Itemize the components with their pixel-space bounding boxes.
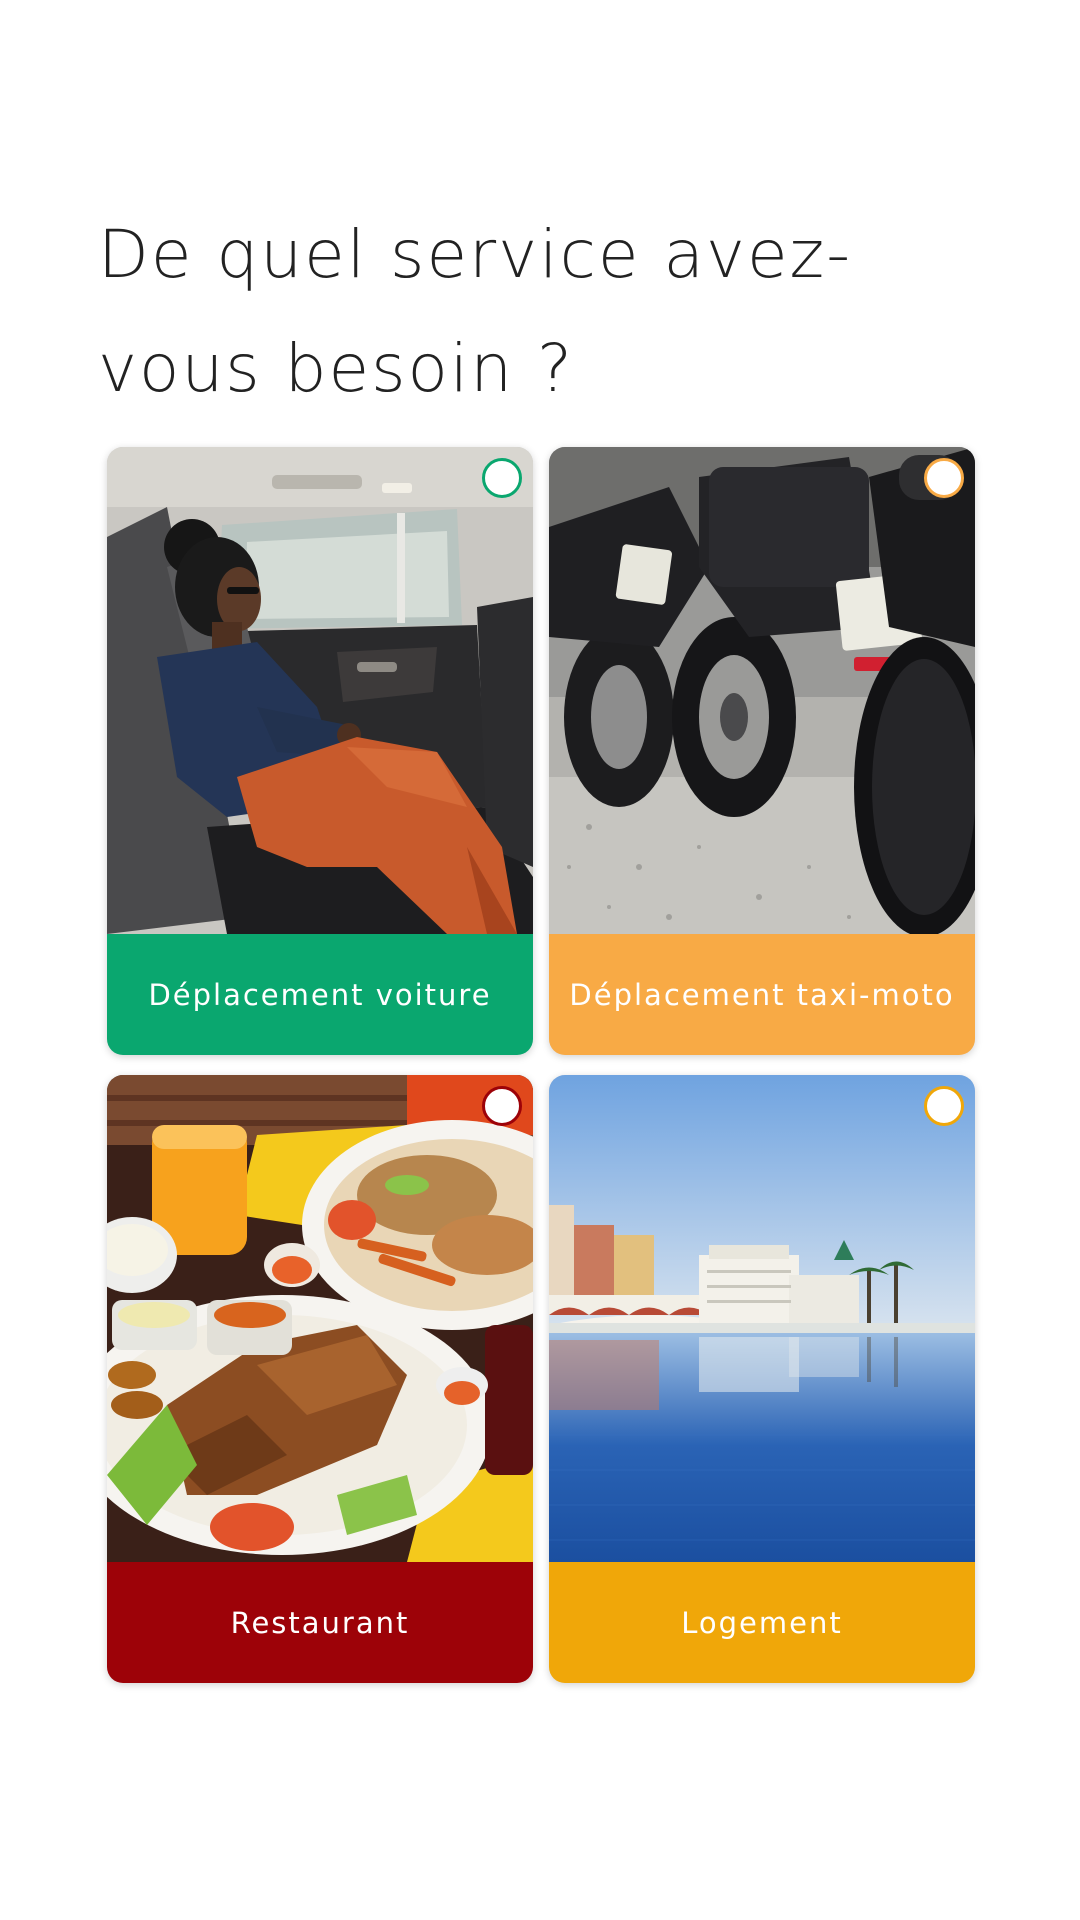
- service-grid: Déplacement voiture Déplacement taxi-mot…: [107, 447, 975, 1683]
- service-card-restaurant[interactable]: Restaurant: [107, 1075, 533, 1683]
- page-title: De quel service avez-vous besoin ?: [98, 216, 853, 407]
- service-card-moto[interactable]: Déplacement taxi-moto: [549, 447, 975, 1055]
- grilled-chicken-meal-photo: [107, 1075, 533, 1562]
- select-radio[interactable]: [482, 1086, 522, 1126]
- service-card-car[interactable]: Déplacement voiture: [107, 447, 533, 1055]
- motorcycles-photo: [549, 447, 975, 934]
- service-card-label: Restaurant: [107, 1562, 533, 1683]
- service-card-label: Logement: [549, 1562, 975, 1683]
- service-card-label: Déplacement voiture: [107, 934, 533, 1055]
- select-radio[interactable]: [924, 1086, 964, 1126]
- service-card-lodging[interactable]: Logement: [549, 1075, 975, 1683]
- select-radio[interactable]: [924, 458, 964, 498]
- select-radio[interactable]: [482, 458, 522, 498]
- car-passenger-photo: [107, 447, 533, 934]
- resort-pool-photo: [549, 1075, 975, 1562]
- service-card-label: Déplacement taxi-moto: [549, 934, 975, 1055]
